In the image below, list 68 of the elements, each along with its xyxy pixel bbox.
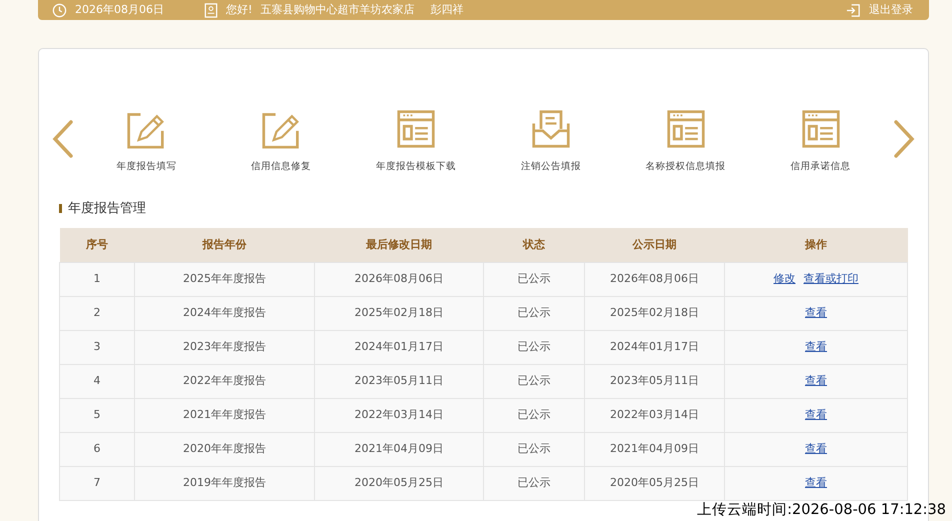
table-cell: 2024年01月17日 — [314, 330, 484, 364]
table-cell: 已公示 — [484, 330, 584, 364]
action-link[interactable]: 查看 — [805, 442, 827, 456]
table-cell: 2023年年度报告 — [134, 330, 314, 364]
column-header: 公示日期 — [584, 228, 724, 262]
table-cell: 2023年05月11日 — [314, 364, 484, 398]
action-link[interactable]: 查看或打印 — [804, 272, 858, 286]
web-page-icon[interactable] — [800, 108, 841, 150]
action-link[interactable]: 查看 — [805, 340, 827, 354]
table-cell: 3 — [60, 330, 134, 364]
table-cell: 已公示 — [484, 466, 584, 500]
table-cell: 2020年年度报告 — [134, 432, 314, 466]
shortcut-label[interactable]: 名称授权信息填报 — [646, 160, 726, 174]
table-cell: 6 — [60, 432, 134, 466]
table-cell: 2022年03月14日 — [314, 398, 484, 432]
logout-icon[interactable] — [846, 2, 861, 18]
table-cell: 2021年年度报告 — [134, 398, 314, 432]
web-page-icon[interactable] — [396, 108, 436, 150]
table-cell: 2020年05月25日 — [584, 466, 724, 500]
table-cell: 2025年年度报告 — [134, 262, 314, 296]
section-title: 年度报告管理 — [68, 200, 146, 218]
table-cell: 2021年04月09日 — [584, 432, 724, 466]
action-link[interactable]: 查看 — [805, 306, 827, 320]
table-cell: 5 — [60, 398, 134, 432]
table-cell: 2023年05月11日 — [584, 364, 724, 398]
table-cell: 已公示 — [484, 262, 584, 296]
shortcut-label[interactable]: 年度报告填写 — [116, 160, 176, 174]
action-link[interactable]: 查看 — [805, 408, 827, 422]
inbox-icon[interactable] — [530, 108, 571, 150]
table-cell: 2024年年度报告 — [134, 296, 314, 330]
shortcut-label[interactable]: 信用信息修复 — [251, 160, 312, 174]
shortcut-label[interactable]: 年度报告模板下载 — [376, 160, 456, 174]
table-cell: 2020年05月25日 — [314, 466, 484, 500]
column-header: 操作 — [724, 228, 908, 262]
column-header: 序号 — [60, 228, 134, 262]
table-cell: 2022年年度报告 — [134, 364, 314, 398]
action-link[interactable]: 查看 — [805, 476, 827, 490]
id-card-icon — [204, 2, 218, 18]
shortcut-label[interactable]: 信用承诺信息 — [790, 160, 851, 174]
table-cell: 2025年02月18日 — [584, 296, 724, 330]
column-header: 状态 — [484, 228, 584, 262]
table-cell: 2024年01月17日 — [584, 330, 724, 364]
user-name: 彭四祥 — [430, 2, 464, 18]
table-cell: 已公示 — [484, 296, 584, 330]
action-link[interactable]: 修改 — [774, 272, 796, 286]
table-cell: 4 — [60, 364, 134, 398]
column-header: 最后修改日期 — [314, 228, 484, 262]
table-cell: 7 — [60, 466, 134, 500]
table-cell: 2026年08月06日 — [584, 262, 724, 296]
table-cell: 已公示 — [484, 398, 584, 432]
table-cell: 2019年年度报告 — [134, 466, 314, 500]
column-header: 报告年份 — [134, 228, 314, 262]
shop-name: 五寨县购物中心超市羊坊农家店 — [260, 2, 414, 18]
greeting-text: 您好! — [226, 2, 252, 18]
date-text: 2026年08月06日 — [75, 2, 164, 18]
table-cell: 1 — [60, 262, 134, 296]
table-cell: 已公示 — [484, 364, 584, 398]
shortcut-label[interactable]: 注销公告填报 — [520, 160, 581, 174]
action-link[interactable]: 查看 — [805, 374, 827, 388]
table-cell: 2 — [60, 296, 134, 330]
table-cell: 2025年02月18日 — [314, 296, 484, 330]
web-page-icon[interactable] — [666, 108, 706, 150]
upload-timestamp: 上传云端时间:2026-08-06 17:12:38 — [697, 502, 946, 519]
table-cell: 2021年04月09日 — [314, 432, 484, 466]
clock-icon — [52, 2, 67, 18]
table-cell: 2022年03月14日 — [584, 398, 724, 432]
table-cell: 已公示 — [484, 432, 584, 466]
table-cell: 2026年08月06日 — [314, 262, 484, 296]
